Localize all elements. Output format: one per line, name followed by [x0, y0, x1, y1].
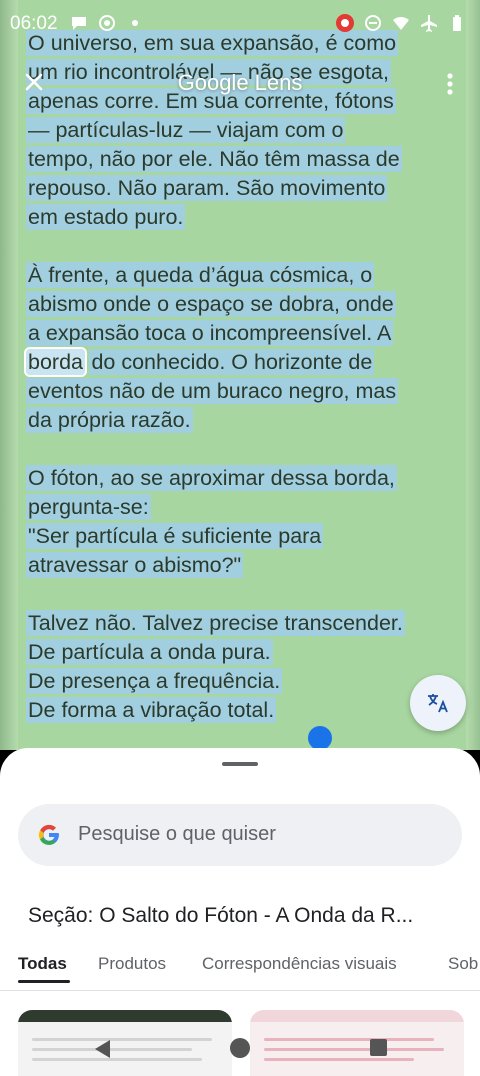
text-line[interactable]: O fóton, ao se aproximar dessa borda,	[26, 465, 397, 491]
search-bar[interactable]: Pesquise o que quiser	[18, 804, 462, 866]
status-bar: 06:02	[0, 0, 480, 50]
back-icon[interactable]	[92, 1038, 112, 1060]
result-tabs: Todas Produtos Correspondências visuais …	[18, 946, 480, 983]
battery-icon	[453, 15, 461, 31]
google-g-icon	[38, 824, 59, 845]
record-icon	[99, 15, 115, 31]
clock: 06:02	[10, 13, 58, 34]
text-line[interactable]: De forma a vibração total.	[26, 697, 277, 723]
chat-bubble-icon	[72, 17, 86, 30]
text-line[interactable]: da própria razão.	[26, 407, 193, 433]
app-title: Google Lens	[177, 70, 303, 95]
text-line[interactable]: tempo, não por ele. Não têm massa de	[26, 146, 402, 172]
selected-word[interactable]: borda	[24, 347, 87, 377]
text-paragraph: À frente, a queda d’água cósmica, o abis…	[24, 262, 466, 436]
active-tab-indicator	[18, 980, 70, 983]
text-line[interactable]: À frente, a queda d’água cósmica, o	[26, 262, 375, 288]
text-paragraph: Talvez não. Talvez precise transcender. …	[26, 610, 466, 726]
recognized-text[interactable]: O universo, em sua expansão, é como um r…	[24, 30, 466, 750]
more-options-icon[interactable]	[438, 68, 462, 100]
camera-image[interactable]: O universo, em sua expansão, é como um r…	[0, 0, 480, 750]
drag-handle[interactable]	[222, 762, 258, 766]
text-line[interactable]: a expansão toca o incompreensível. A	[26, 320, 394, 346]
screen-record-icon	[336, 14, 354, 32]
divider	[0, 990, 480, 991]
card-thumbnail	[250, 1010, 464, 1022]
text-line[interactable]: em estado puro.	[26, 204, 186, 230]
text-line[interactable]: abismo onde o espaço se dobra, onde	[26, 291, 396, 317]
do-not-disturb-icon	[365, 15, 381, 31]
lens-header: Google Lens	[0, 60, 480, 110]
card-thumbnail	[18, 1010, 232, 1022]
tab-todas[interactable]: Todas	[18, 954, 67, 974]
result-title: Seção: O Salto do Fóton - A Onda da R...	[28, 904, 414, 927]
text-line[interactable]: Talvez não. Talvez precise transcender.	[26, 610, 405, 636]
image-edge	[466, 0, 480, 750]
text-line[interactable]: De partícula a onda pura.	[26, 639, 273, 665]
translate-button[interactable]	[410, 675, 466, 731]
image-edge	[0, 0, 18, 750]
system-nav-bar	[0, 1024, 480, 1076]
dot-icon	[132, 20, 138, 26]
text-line[interactable]: pergunta-se:	[26, 494, 151, 520]
text-line[interactable]: eventos não de um buraco negro, mas	[26, 378, 399, 404]
home-icon[interactable]	[230, 1038, 250, 1058]
tab-produtos[interactable]: Produtos	[98, 954, 166, 974]
text-paragraph: O fóton, ao se aproximar dessa borda, pe…	[26, 465, 466, 581]
text-line[interactable]: repouso. Não param. São movimento	[26, 175, 388, 201]
recents-icon[interactable]	[370, 1039, 387, 1056]
text-line[interactable]: De presença a frequência.	[26, 668, 283, 694]
airplane-icon	[421, 15, 437, 32]
text-line[interactable]: "Ser partícula é suficiente para	[26, 523, 324, 549]
text-line[interactable]: atravessar o abismo?"	[26, 552, 244, 578]
translate-icon	[428, 694, 448, 713]
tab-correspondencias-visuais[interactable]: Correspondências visuais	[202, 954, 397, 974]
search-input[interactable]: Pesquise o que quiser	[78, 823, 276, 846]
text-line[interactable]: — partículas-luz — viajam com o	[26, 117, 346, 143]
tab-sob[interactable]: Sob	[448, 954, 478, 974]
wifi-icon	[393, 16, 409, 30]
text-line[interactable]: do conhecido. O horizonte de	[89, 349, 375, 375]
